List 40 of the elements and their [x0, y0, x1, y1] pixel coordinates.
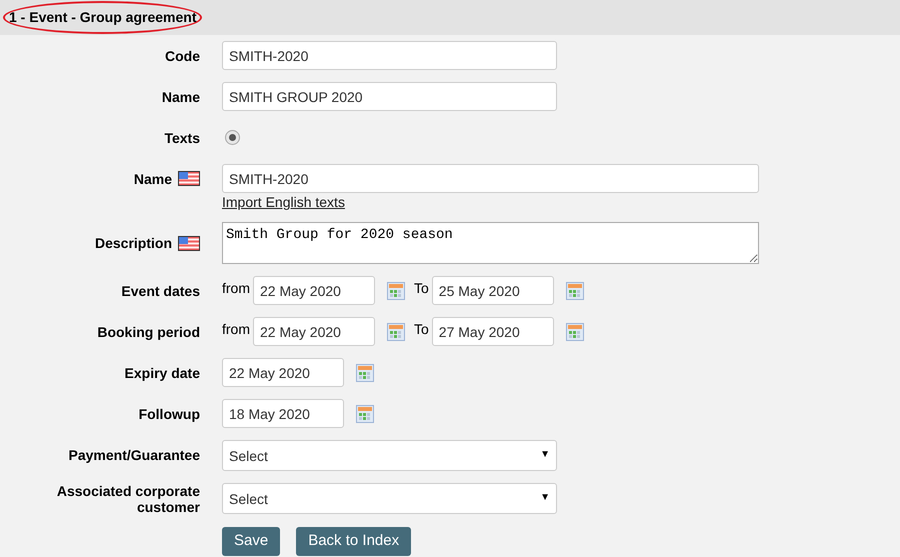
field-label: Booking period	[97, 324, 200, 340]
text-field[interactable]: SMITH GROUP 2020	[222, 82, 557, 111]
radio-button[interactable]	[225, 130, 240, 145]
section-title: 1 - Event - Group agreement	[3, 1, 202, 34]
us-flag-icon	[178, 236, 200, 250]
to-label: To	[414, 279, 429, 298]
field-label: Associated corporate customer	[56, 483, 200, 515]
date-field[interactable]: 27 May 2020	[432, 317, 554, 346]
from-label: from	[222, 320, 250, 339]
text-field[interactable]: SMITH-2020	[222, 164, 759, 193]
calendar-icon[interactable]	[356, 364, 374, 382]
field-label: Expiry date	[124, 364, 200, 380]
field-label: Payment/Guarantee	[68, 446, 200, 462]
us-flag-icon	[178, 171, 200, 186]
field-label: Texts	[164, 130, 200, 146]
to-label: To	[414, 320, 429, 339]
form-button[interactable]: Save	[222, 527, 280, 556]
select-dropdown[interactable]: Select ▼	[222, 440, 557, 471]
description-field[interactable]: Smith Group for 2020 season	[222, 222, 759, 264]
field-label: Code	[165, 48, 200, 64]
import-texts-link[interactable]: Import English texts	[222, 194, 345, 210]
calendar-icon[interactable]	[387, 282, 405, 300]
field-label: Description	[94, 235, 172, 251]
select-dropdown[interactable]: Select ▼	[222, 483, 557, 514]
field-label: Name	[134, 170, 172, 186]
field-label: Name	[162, 88, 200, 104]
field-label: Event dates	[121, 282, 200, 298]
calendar-icon[interactable]	[356, 404, 374, 422]
calendar-icon[interactable]	[566, 322, 584, 340]
date-field[interactable]: 25 May 2020	[432, 276, 554, 305]
date-field[interactable]: 22 May 2020	[253, 317, 375, 346]
text-field[interactable]: SMITH-2020	[222, 41, 557, 70]
date-field[interactable]: 22 May 2020	[253, 276, 375, 305]
form-button[interactable]: Back to Index	[296, 527, 412, 556]
calendar-icon[interactable]	[566, 282, 584, 300]
field-label: Followup	[138, 406, 200, 422]
from-label: from	[222, 279, 250, 298]
calendar-icon[interactable]	[387, 322, 405, 340]
date-field[interactable]: 18 May 2020	[222, 399, 344, 428]
date-field[interactable]: 22 May 2020	[222, 358, 344, 387]
